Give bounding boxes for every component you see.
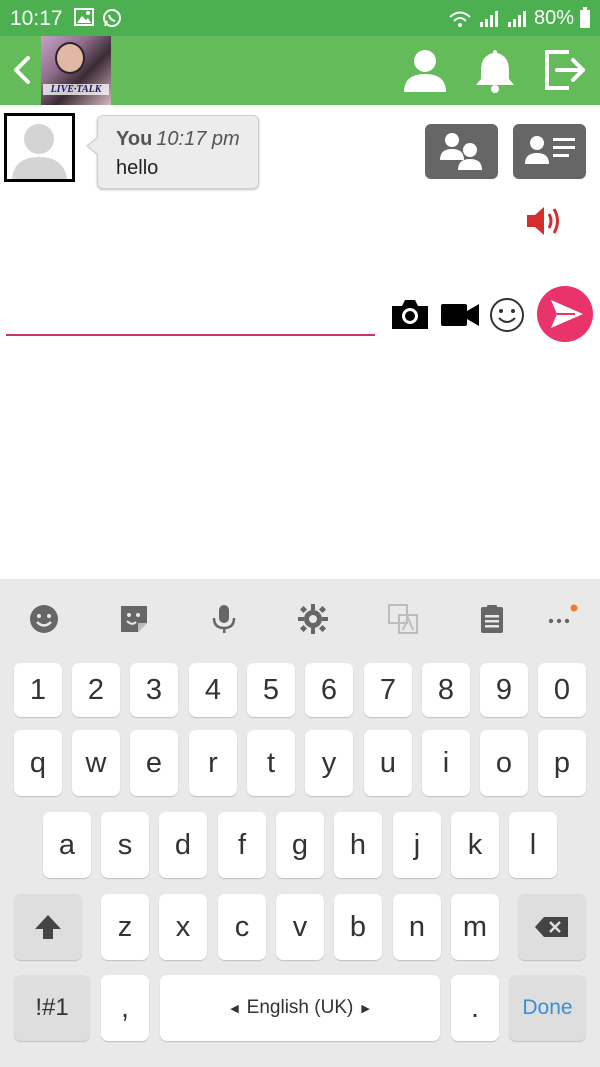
signal-2-icon (507, 10, 526, 27)
keyboard-toolbar (0, 579, 600, 659)
profile-icon[interactable] (401, 46, 449, 94)
key-q[interactable]: q (14, 730, 62, 796)
status-time: 10:17 (10, 7, 63, 30)
key-d[interactable]: d (159, 812, 207, 878)
language-right-arrow-icon: ▶ (361, 1002, 370, 1015)
app-bar: LIVE·TALK (0, 36, 600, 105)
keyboard: 1 2 3 4 5 6 7 8 9 0 q w e r t y u i o p … (0, 579, 600, 1067)
key-y[interactable]: y (305, 730, 353, 796)
default-avatar-icon (4, 113, 75, 182)
video-camera-icon[interactable] (440, 296, 480, 332)
key-s[interactable]: s (101, 812, 149, 878)
translate-icon[interactable] (387, 603, 419, 635)
contact-card-button[interactable] (513, 124, 586, 179)
key-z[interactable]: z (101, 894, 149, 960)
key-a[interactable]: a (43, 812, 91, 878)
microphone-icon[interactable] (208, 603, 240, 635)
key-o[interactable]: o (480, 730, 528, 796)
wifi-icon (449, 11, 471, 27)
message-text: hello (116, 157, 159, 179)
bell-icon[interactable] (471, 46, 519, 94)
key-v[interactable]: v (276, 894, 324, 960)
send-button[interactable] (537, 286, 593, 342)
key-7[interactable]: 7 (364, 663, 412, 717)
key-9[interactable]: 9 (480, 663, 528, 717)
message-sender: You (116, 128, 153, 150)
shift-arrow-icon (35, 915, 61, 939)
gallery-icon (74, 8, 94, 26)
status-notification-icons (74, 8, 122, 28)
key-h[interactable]: h (334, 812, 382, 878)
comma-key[interactable]: , (101, 975, 149, 1041)
status-right-group: 80% (448, 6, 590, 30)
key-1[interactable]: 1 (14, 663, 62, 717)
key-l[interactable]: l (509, 812, 557, 878)
clipboard-icon[interactable] (476, 603, 508, 635)
camera-icon[interactable] (390, 296, 430, 332)
done-key[interactable]: Done (509, 975, 586, 1041)
backspace-icon (535, 917, 568, 937)
language-left-arrow-icon: ◀ (230, 1002, 239, 1015)
settings-gear-icon[interactable] (297, 603, 329, 635)
avatar-logo-text: LIVE·TALK (43, 84, 109, 95)
backspace-key[interactable] (518, 894, 586, 960)
speaker-icon[interactable] (524, 203, 564, 239)
battery-icon (580, 6, 590, 28)
contact-avatar[interactable]: LIVE·TALK (41, 36, 111, 105)
key-i[interactable]: i (422, 730, 470, 796)
avatar-face (55, 42, 85, 74)
group-users-icon (440, 133, 482, 170)
key-c[interactable]: c (218, 894, 266, 960)
key-k[interactable]: k (451, 812, 499, 878)
key-6[interactable]: 6 (305, 663, 353, 717)
period-key[interactable]: . (451, 975, 499, 1041)
space-language-label: English (UK) (246, 997, 354, 1018)
message-header: You 10:17 pm (116, 128, 240, 151)
battery-percent: 80% (533, 7, 574, 29)
key-3[interactable]: 3 (130, 663, 178, 717)
key-f[interactable]: f (218, 812, 266, 878)
contact-card-icon (525, 136, 575, 164)
key-e[interactable]: e (130, 730, 178, 796)
group-users-button[interactable] (425, 124, 498, 179)
key-b[interactable]: b (334, 894, 382, 960)
emoji-icon[interactable] (488, 296, 526, 334)
key-2[interactable]: 2 (72, 663, 120, 717)
key-r[interactable]: r (189, 730, 237, 796)
key-5[interactable]: 5 (247, 663, 295, 717)
signal-icon (479, 10, 498, 27)
shift-key[interactable] (14, 894, 82, 960)
sticker-icon[interactable] (118, 603, 150, 635)
key-g[interactable]: g (276, 812, 324, 878)
message-input[interactable] (6, 300, 375, 336)
space-key[interactable]: ◀ English (UK) ▶ (160, 975, 440, 1041)
key-w[interactable]: w (72, 730, 120, 796)
back-arrow-icon[interactable] (8, 50, 36, 90)
key-j[interactable]: j (393, 812, 441, 878)
logout-icon[interactable] (541, 46, 589, 94)
key-4[interactable]: 4 (189, 663, 237, 717)
status-bar: 10:17 80% (0, 0, 600, 36)
key-n[interactable]: n (393, 894, 441, 960)
key-u[interactable]: u (364, 730, 412, 796)
symbols-key[interactable]: !#1 (14, 975, 90, 1041)
keyboard-emoji-icon[interactable] (28, 603, 60, 635)
key-8[interactable]: 8 (422, 663, 470, 717)
whatsapp-icon (103, 9, 121, 27)
key-t[interactable]: t (247, 730, 295, 796)
message-time: 10:17 pm (156, 128, 240, 150)
sender-avatar[interactable] (4, 113, 75, 182)
key-0[interactable]: 0 (538, 663, 586, 717)
send-icon (551, 300, 583, 328)
message-bubble[interactable]: You 10:17 pm hello (86, 115, 259, 189)
key-p[interactable]: p (538, 730, 586, 796)
key-m[interactable]: m (451, 894, 499, 960)
key-x[interactable]: x (159, 894, 207, 960)
more-options-icon[interactable] (545, 603, 581, 635)
